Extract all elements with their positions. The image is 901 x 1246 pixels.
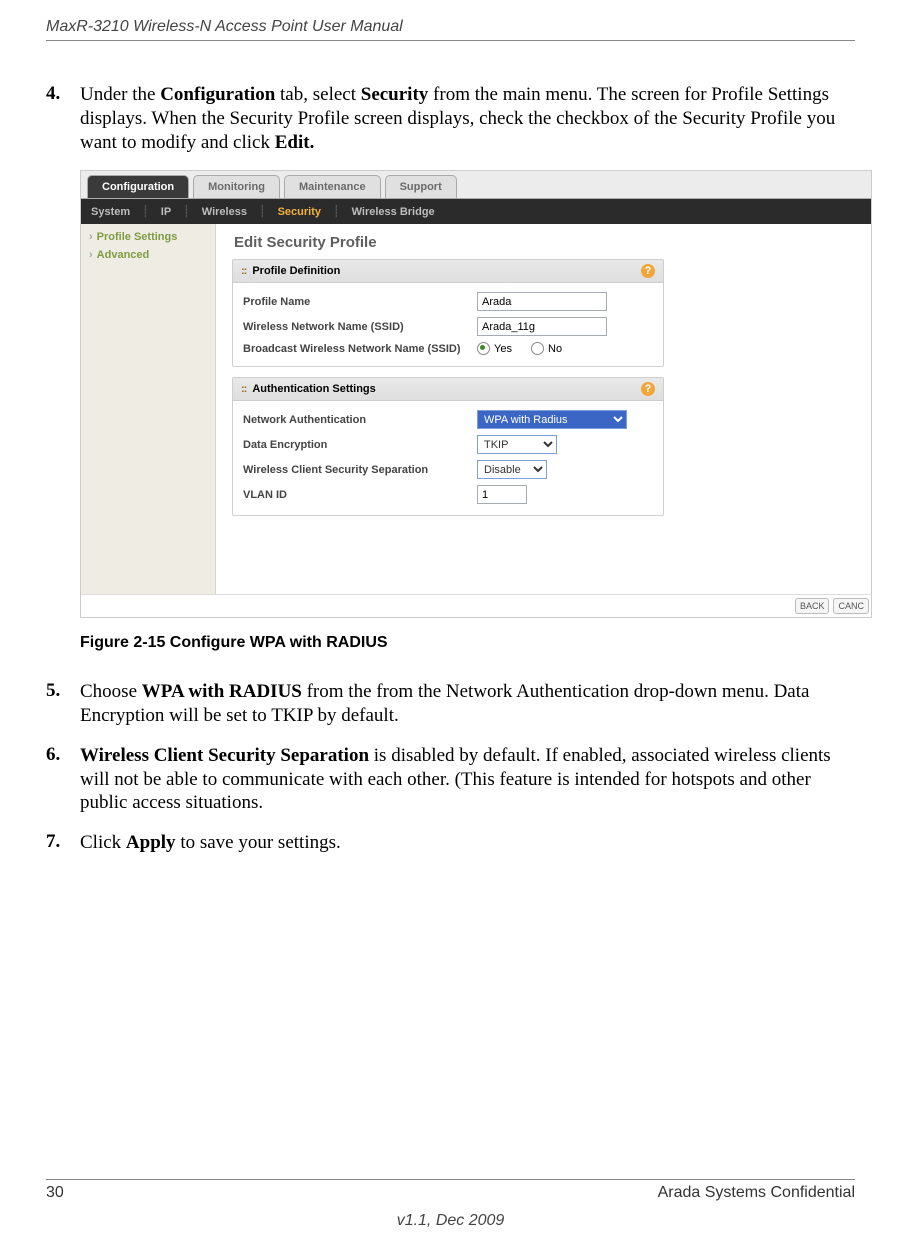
tab-configuration[interactable]: Configuration xyxy=(87,175,189,198)
tab-maintenance[interactable]: Maintenance xyxy=(284,175,381,198)
network-auth-label: Network Authentication xyxy=(243,414,477,426)
text: tab, select xyxy=(275,84,360,105)
text-bold: Security xyxy=(361,84,429,105)
back-button[interactable]: BACK xyxy=(795,598,830,614)
step-4-text: Under the Configuration tab, select Secu… xyxy=(80,83,855,154)
broadcast-yes-label: Yes xyxy=(494,343,512,355)
figure-caption: Figure 2-15 Configure WPA with RADIUS xyxy=(80,634,855,652)
profile-name-input[interactable] xyxy=(477,292,607,311)
screenshot: Configuration Monitoring Maintenance Sup… xyxy=(80,170,872,618)
panel2-title: Authentication Settings xyxy=(252,383,375,395)
client-separation-select[interactable]: Disable xyxy=(477,460,547,479)
subnav-wireless-bridge[interactable]: Wireless Bridge xyxy=(352,206,435,218)
text-bold: Wireless Client Security Separation xyxy=(80,745,369,766)
text: Under the xyxy=(80,84,160,105)
broadcast-ssid-label: Broadcast Wireless Network Name (SSID) xyxy=(243,343,477,355)
panel-dots-icon: :: xyxy=(241,265,246,277)
text-bold: Apply xyxy=(126,832,176,853)
network-auth-select[interactable]: WPA with Radius xyxy=(477,410,627,429)
ssid-input[interactable] xyxy=(477,317,607,336)
page-number: 30 xyxy=(46,1184,64,1202)
vlan-id-label: VLAN ID xyxy=(243,489,477,501)
page-header: MaxR-3210 Wireless-N Access Point User M… xyxy=(46,18,855,41)
sidemenu-advanced[interactable]: Advanced xyxy=(81,246,215,264)
side-menu: Profile Settings Advanced xyxy=(81,224,216,594)
step-5-number: 5. xyxy=(46,680,80,728)
panel-profile-definition: ::Profile Definition ? Profile Name Wire… xyxy=(232,259,664,367)
step-5-text: Choose WPA with RADIUS from the from the… xyxy=(80,680,855,728)
text: Choose xyxy=(80,681,142,702)
footer-version: v1.1, Dec 2009 xyxy=(46,1212,855,1230)
text-bold: Configuration xyxy=(160,84,275,105)
tab-bar: Configuration Monitoring Maintenance Sup… xyxy=(81,171,871,199)
panel-dots-icon: :: xyxy=(241,383,246,395)
subnav-system[interactable]: System xyxy=(91,206,130,218)
text-bold: WPA with RADIUS xyxy=(142,681,302,702)
client-separation-label: Wireless Client Security Separation xyxy=(243,464,477,476)
separator: ┊ xyxy=(333,205,340,218)
separator: ┊ xyxy=(259,205,266,218)
tab-support[interactable]: Support xyxy=(385,175,457,198)
profile-name-label: Profile Name xyxy=(243,296,477,308)
text: Click xyxy=(80,832,126,853)
cancel-button[interactable]: CANC xyxy=(833,598,869,614)
step-6-number: 6. xyxy=(46,744,80,815)
data-encryption-label: Data Encryption xyxy=(243,439,477,451)
sub-nav: System ┊ IP ┊ Wireless ┊ Security ┊ Wireless… xyxy=(81,199,871,224)
data-encryption-select[interactable]: TKIP xyxy=(477,435,557,454)
step-7-text: Click Apply to save your settings. xyxy=(80,831,341,855)
text: to save your settings. xyxy=(176,832,341,853)
subnav-wireless[interactable]: Wireless xyxy=(202,206,247,218)
text-bold: Edit. xyxy=(275,132,315,153)
panel1-title: Profile Definition xyxy=(252,265,340,277)
ssid-label: Wireless Network Name (SSID) xyxy=(243,321,477,333)
bottom-strip: BACK CANC xyxy=(81,594,871,617)
vlan-id-input[interactable] xyxy=(477,485,527,504)
step-4-number: 4. xyxy=(46,83,80,154)
footer-confidential: Arada Systems Confidential xyxy=(658,1184,855,1202)
help-icon[interactable]: ? xyxy=(641,382,655,396)
broadcast-no-radio[interactable] xyxy=(531,342,544,355)
broadcast-no-label: No xyxy=(548,343,562,355)
subnav-security[interactable]: Security xyxy=(278,206,321,218)
separator: ┊ xyxy=(183,205,190,218)
tab-monitoring[interactable]: Monitoring xyxy=(193,175,280,198)
step-7-number: 7. xyxy=(46,831,80,855)
broadcast-yes-radio[interactable] xyxy=(477,342,490,355)
subnav-ip[interactable]: IP xyxy=(161,206,171,218)
step-6-text: Wireless Client Security Separation is d… xyxy=(80,744,855,815)
sidemenu-profile-settings[interactable]: Profile Settings xyxy=(81,228,215,246)
pane-title: Edit Security Profile xyxy=(234,234,855,251)
help-icon[interactable]: ? xyxy=(641,264,655,278)
panel-authentication-settings: ::Authentication Settings ? Network Auth… xyxy=(232,377,664,516)
separator: ┊ xyxy=(142,205,149,218)
